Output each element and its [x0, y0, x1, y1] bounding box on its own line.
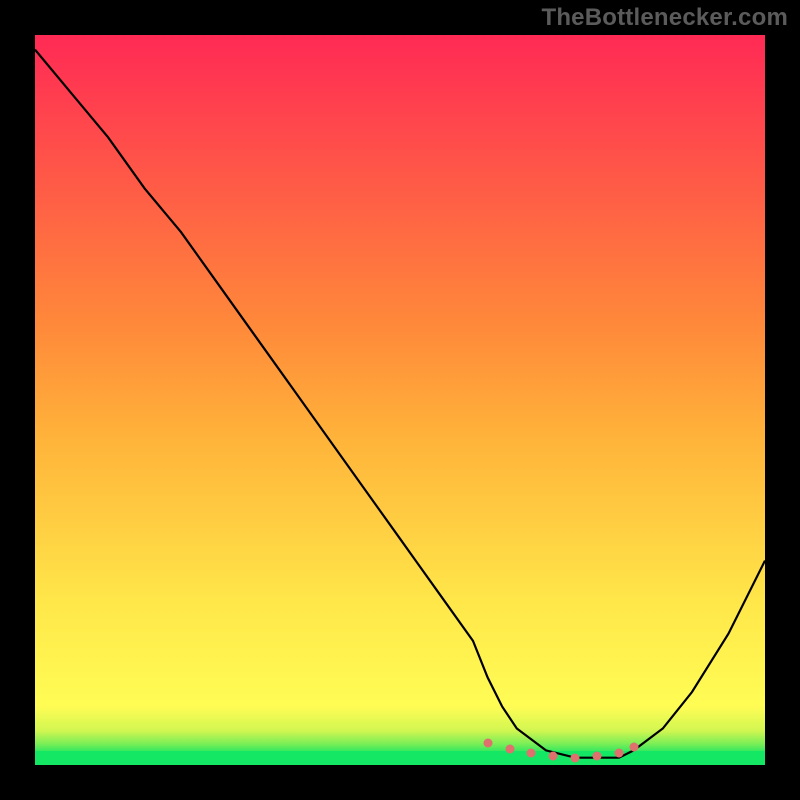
bottleneck-curve [35, 50, 765, 758]
chart-frame: TheBottlenecker.com [0, 0, 800, 800]
plot-area [35, 35, 765, 765]
curve-layer [35, 35, 765, 765]
watermark-text: TheBottlenecker.com [541, 4, 788, 32]
